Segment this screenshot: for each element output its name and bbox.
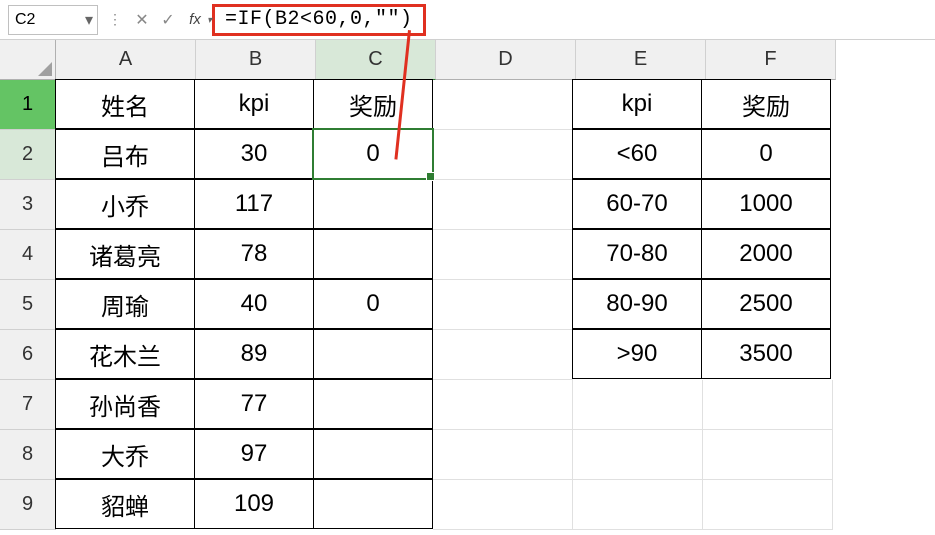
- cell-D2[interactable]: [433, 130, 573, 180]
- column-header-C[interactable]: C: [316, 40, 436, 80]
- row-header-5[interactable]: 5: [0, 280, 56, 330]
- accept-formula-icon[interactable]: ✓: [158, 10, 178, 30]
- cell-C4[interactable]: [313, 229, 433, 279]
- row-header-2[interactable]: 2: [0, 130, 56, 180]
- cell-E8[interactable]: [573, 430, 703, 480]
- cell-E4[interactable]: 70-80: [572, 229, 702, 279]
- cell-E9[interactable]: [573, 480, 703, 530]
- chevron-down-icon: ▾: [207, 15, 212, 26]
- chevron-down-icon: ▾: [85, 10, 93, 30]
- cell-D3[interactable]: [433, 180, 573, 230]
- cell-C7[interactable]: [313, 379, 433, 429]
- cell-grid: 姓名kpi奖励kpi奖励吕布300<600小乔11760-701000诸葛亮78…: [56, 80, 833, 530]
- row-header-6[interactable]: 6: [0, 330, 56, 380]
- cell-C1[interactable]: 奖励: [313, 79, 433, 129]
- cell-A1[interactable]: 姓名: [55, 79, 195, 129]
- row-header-8[interactable]: 8: [0, 430, 56, 480]
- cell-B1[interactable]: kpi: [194, 79, 314, 129]
- formula-input[interactable]: =IF(B2<60,0,""): [212, 4, 426, 36]
- column-header-A[interactable]: A: [56, 40, 196, 80]
- formula-bar: C2 ▾ ⋮ ✕ ✓ fx▾ =IF(B2<60,0,""): [0, 0, 935, 40]
- cell-D7[interactable]: [433, 380, 573, 430]
- cell-C9[interactable]: [313, 479, 433, 529]
- cell-A9[interactable]: 貂蝉: [55, 479, 195, 529]
- cell-B3[interactable]: 117: [194, 179, 314, 229]
- column-header-D[interactable]: D: [436, 40, 576, 80]
- row-header-9[interactable]: 9: [0, 480, 56, 530]
- cell-F6[interactable]: 3500: [701, 329, 831, 379]
- cell-F1[interactable]: 奖励: [701, 79, 831, 129]
- cell-C5[interactable]: 0: [313, 279, 433, 329]
- cell-A5[interactable]: 周瑜: [55, 279, 195, 329]
- cell-E6[interactable]: >90: [572, 329, 702, 379]
- cell-F4[interactable]: 2000: [701, 229, 831, 279]
- cell-C2[interactable]: 0: [313, 129, 433, 179]
- column-header-F[interactable]: F: [706, 40, 836, 80]
- cell-D1[interactable]: [433, 80, 573, 130]
- cell-B8[interactable]: 97: [194, 429, 314, 479]
- divider-dots-icon: ⋮: [104, 11, 126, 28]
- cell-A4[interactable]: 诸葛亮: [55, 229, 195, 279]
- cell-F5[interactable]: 2500: [701, 279, 831, 329]
- cell-C6[interactable]: [313, 329, 433, 379]
- cell-B7[interactable]: 77: [194, 379, 314, 429]
- cancel-formula-icon[interactable]: ✕: [132, 10, 152, 30]
- fx-icon[interactable]: fx▾: [184, 11, 206, 28]
- cell-B6[interactable]: 89: [194, 329, 314, 379]
- cell-F9[interactable]: [703, 480, 833, 530]
- cell-F2[interactable]: 0: [701, 129, 831, 179]
- row-header-7[interactable]: 7: [0, 380, 56, 430]
- select-all-corner[interactable]: [0, 40, 56, 80]
- cell-C8[interactable]: [313, 429, 433, 479]
- cell-F3[interactable]: 1000: [701, 179, 831, 229]
- cell-A2[interactable]: 吕布: [55, 129, 195, 179]
- cell-C3[interactable]: [313, 179, 433, 229]
- cell-E5[interactable]: 80-90: [572, 279, 702, 329]
- cell-E7[interactable]: [573, 380, 703, 430]
- cell-B5[interactable]: 40: [194, 279, 314, 329]
- cell-E2[interactable]: <60: [572, 129, 702, 179]
- column-header-B[interactable]: B: [196, 40, 316, 80]
- row-header-1[interactable]: 1: [0, 80, 56, 130]
- name-box[interactable]: C2 ▾: [8, 5, 98, 35]
- cell-B4[interactable]: 78: [194, 229, 314, 279]
- cell-F7[interactable]: [703, 380, 833, 430]
- cell-A7[interactable]: 孙尚香: [55, 379, 195, 429]
- formula-text: =IF(B2<60,0,""): [225, 8, 413, 31]
- cell-A3[interactable]: 小乔: [55, 179, 195, 229]
- row-header-4[interactable]: 4: [0, 230, 56, 280]
- row-headers: 123456789: [0, 80, 56, 530]
- row-header-3[interactable]: 3: [0, 180, 56, 230]
- cell-F8[interactable]: [703, 430, 833, 480]
- cell-D8[interactable]: [433, 430, 573, 480]
- column-header-E[interactable]: E: [576, 40, 706, 80]
- column-headers: ABCDEF: [56, 40, 836, 80]
- cell-B9[interactable]: 109: [194, 479, 314, 529]
- cell-B2[interactable]: 30: [194, 129, 314, 179]
- cell-E1[interactable]: kpi: [572, 79, 702, 129]
- cell-D9[interactable]: [433, 480, 573, 530]
- cell-D6[interactable]: [433, 330, 573, 380]
- name-box-value: C2: [15, 11, 35, 29]
- cell-A8[interactable]: 大乔: [55, 429, 195, 479]
- cell-A6[interactable]: 花木兰: [55, 329, 195, 379]
- cell-E3[interactable]: 60-70: [572, 179, 702, 229]
- cell-D4[interactable]: [433, 230, 573, 280]
- cell-D5[interactable]: [433, 280, 573, 330]
